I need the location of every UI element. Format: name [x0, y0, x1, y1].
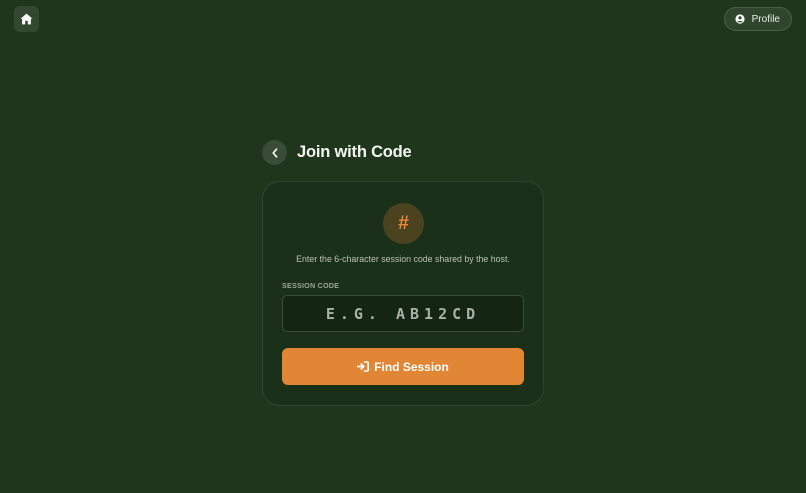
home-button[interactable] — [14, 6, 39, 32]
hash-icon: # — [383, 203, 424, 244]
find-session-button[interactable]: Find Session — [282, 348, 524, 385]
user-circle-icon — [735, 14, 745, 24]
page-header: Join with Code — [262, 140, 412, 165]
profile-button[interactable]: Profile — [723, 7, 792, 31]
profile-label: Profile — [751, 13, 780, 25]
instructions-text: Enter the 6-character session code share… — [296, 254, 510, 264]
join-code-card: # Enter the 6-character session code sha… — [262, 181, 544, 406]
find-session-label: Find Session — [374, 359, 449, 374]
home-icon — [20, 13, 33, 25]
session-code-label: SESSION CODE — [282, 281, 340, 290]
session-code-input[interactable] — [282, 295, 524, 332]
chevron-left-icon — [271, 147, 279, 158]
page-title: Join with Code — [297, 143, 412, 161]
sign-in-icon — [357, 361, 370, 372]
back-button[interactable] — [262, 140, 287, 165]
